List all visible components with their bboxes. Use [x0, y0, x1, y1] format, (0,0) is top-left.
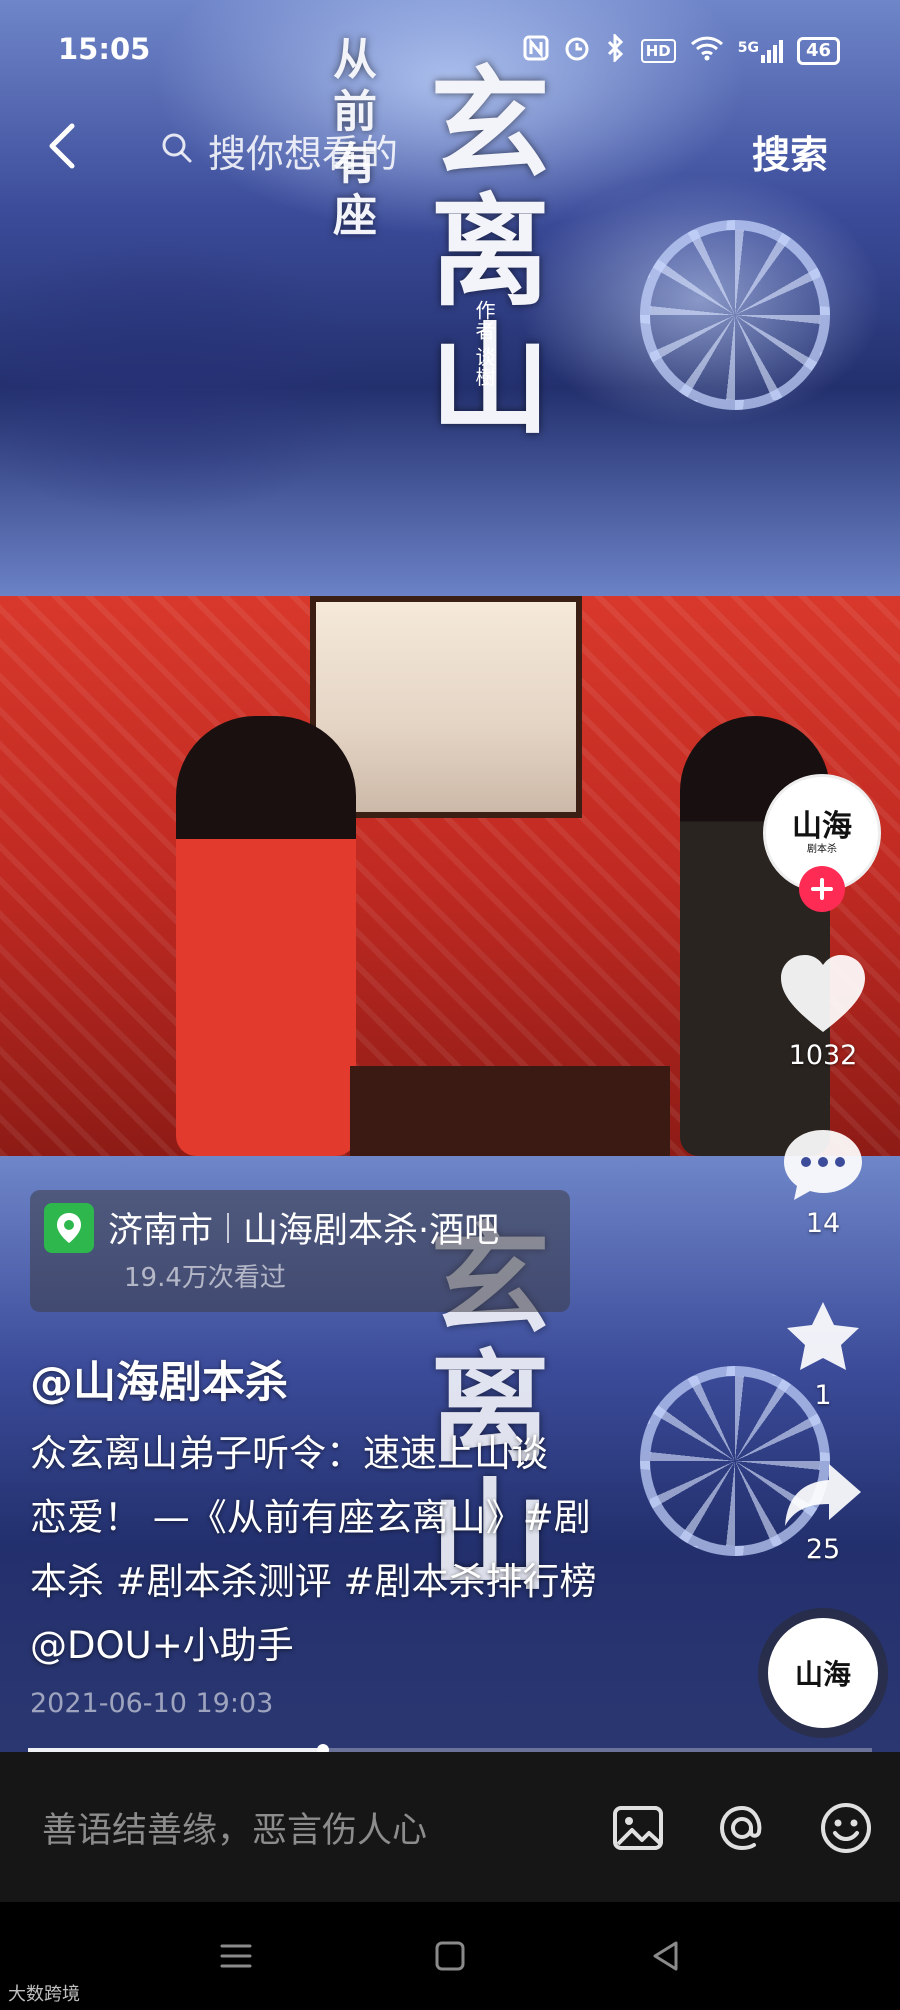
- like-count: 1032: [788, 1040, 858, 1071]
- view-count: 19.4万次看过: [124, 1263, 286, 1293]
- comment-count: 14: [805, 1208, 841, 1239]
- location-venue: 山海剧本杀·酒吧: [243, 1211, 500, 1251]
- follow-button[interactable]: [799, 866, 845, 912]
- 5g-signal-icon: 5G: [737, 39, 783, 63]
- nav-menu-button[interactable]: [216, 1936, 256, 1976]
- status-time: 15:05: [58, 32, 151, 66]
- alarm-icon: [563, 34, 591, 68]
- plus-icon: [811, 878, 833, 900]
- location-row: 济南市 山海剧本杀·酒吧: [44, 1202, 556, 1253]
- comment-icon: [784, 1130, 862, 1200]
- system-nav-bar: [0, 1902, 900, 2010]
- poster-author: 作者 谈樹: [472, 300, 496, 387]
- actress-figure: [176, 716, 356, 1156]
- location-city: 济南市: [108, 1211, 214, 1251]
- image-picker-button[interactable]: [610, 1800, 666, 1856]
- network-label: 5G: [737, 39, 759, 56]
- search-icon: [160, 131, 194, 169]
- comment-button[interactable]: 14: [763, 1126, 883, 1239]
- back-triangle-icon: [653, 1941, 678, 1971]
- poster-title: 玄离山: [409, 60, 550, 444]
- hd-icon: HD: [640, 39, 676, 63]
- share-button[interactable]: 25: [763, 1460, 883, 1565]
- waterwheel-illustration: [640, 220, 830, 410]
- location-divider: [227, 1212, 230, 1243]
- description-line: 众玄离山弟子听令：速速上山谈: [30, 1432, 548, 1475]
- location-chip[interactable]: 济南市 山海剧本杀·酒吧 19.4万次看过: [30, 1190, 570, 1312]
- back-button[interactable]: [42, 118, 92, 178]
- nav-home-button[interactable]: [430, 1936, 470, 1976]
- post-date: 2021-06-10 19:03: [30, 1688, 274, 1719]
- location-pin-icon: [44, 1202, 94, 1253]
- share-icon: [785, 1464, 861, 1526]
- music-disc-label: 山海: [794, 1658, 851, 1691]
- nfc-icon: [523, 35, 549, 67]
- avatar-text: 山海: [792, 808, 852, 844]
- video-middle-panel: [0, 596, 900, 1156]
- nav-back-button[interactable]: [646, 1936, 686, 1976]
- music-disc[interactable]: 山海: [768, 1618, 878, 1728]
- description-line: 本杀 #剧本杀测评 #剧本杀排行榜: [30, 1560, 597, 1603]
- description-line: 恋爱！ —《从前有座玄离山》#剧: [30, 1496, 591, 1539]
- author-name[interactable]: @山海剧本杀: [30, 1348, 288, 1410]
- bluetooth-icon: [605, 32, 627, 68]
- desk-illustration: [350, 1066, 670, 1156]
- battery-indicator: 46: [796, 37, 840, 65]
- status-icons: HD 5G 46: [523, 32, 840, 68]
- image-icon: [613, 1806, 663, 1850]
- search-input[interactable]: 搜你想看的: [160, 120, 660, 180]
- avatar-subtext: 剧本杀: [807, 843, 837, 855]
- emoji-button[interactable]: [818, 1800, 874, 1856]
- wifi-icon: [690, 35, 724, 67]
- watermark: 大数跨境: [8, 1984, 80, 2005]
- share-count: 25: [805, 1534, 841, 1565]
- favorite-button[interactable]: 1: [763, 1298, 883, 1411]
- description-line: @DOU+小助手: [30, 1624, 294, 1667]
- search-button[interactable]: 搜索: [752, 124, 828, 179]
- star-icon: [787, 1302, 859, 1370]
- comment-input[interactable]: 善语结善缘，恶言伤人心: [42, 1802, 427, 1853]
- video-description: 众玄离山弟子听令：速速上山谈 恋爱！ —《从前有座玄离山》#剧 本杀 #剧本杀测…: [30, 1422, 680, 1678]
- status-bar: 15:05 HD 5G 46: [0, 0, 900, 100]
- like-button[interactable]: 1032: [763, 952, 883, 1071]
- mention-button[interactable]: [714, 1800, 770, 1856]
- comment-bar: 善语结善缘，恶言伤人心: [0, 1752, 900, 1902]
- search-placeholder: 搜你想看的: [208, 131, 399, 176]
- at-icon: [719, 1805, 762, 1851]
- menu-icon: [220, 1944, 252, 1968]
- emoji-icon: [821, 1803, 871, 1853]
- chevron-left-icon: [49, 123, 75, 169]
- heart-icon: [781, 955, 865, 1032]
- home-square-icon: [435, 1941, 465, 1971]
- favorite-count: 1: [814, 1380, 832, 1411]
